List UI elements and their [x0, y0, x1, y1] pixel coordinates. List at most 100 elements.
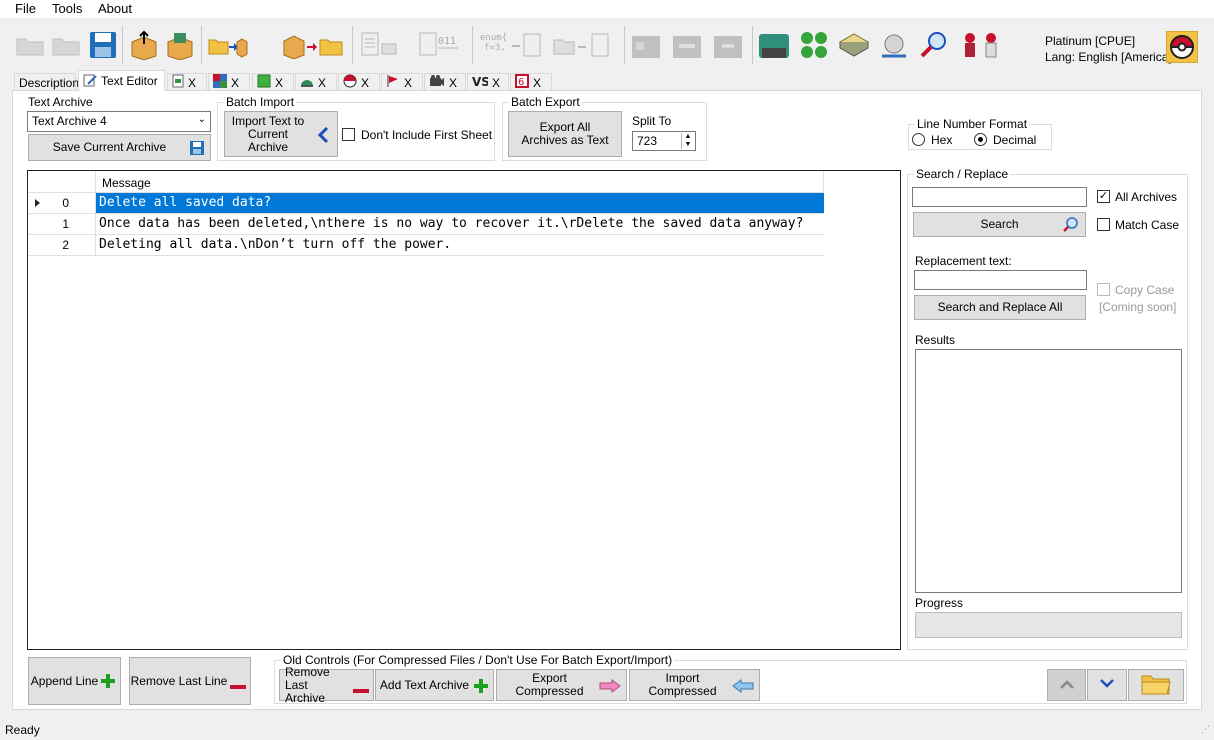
add-text-archive-button[interactable]: Add Text Archive — [375, 669, 494, 701]
split-to-label: Split To — [632, 114, 672, 128]
tab-matrix-editor[interactable]: X — [208, 73, 250, 91]
remove-last-archive-button[interactable]: Remove Last Archive — [279, 665, 374, 704]
unpack-archive-icon[interactable] — [128, 29, 160, 61]
close-tab-icon[interactable]: X — [231, 76, 239, 90]
resize-grip-icon[interactable]: ⋰ — [1201, 724, 1210, 735]
binary-convert-icon[interactable]: 011 — [416, 29, 464, 61]
table-row[interactable]: 1 Once data has been deleted,\nthere is … — [28, 214, 824, 235]
message-cell[interactable]: Deleting all data.\nDon’t turn off the p… — [96, 235, 824, 256]
stepper-arrows-icon[interactable]: ▲ ▼ — [681, 133, 694, 149]
export-compressed-button[interactable]: Export Compressed — [496, 669, 627, 701]
menu-bar: File Tools About — [0, 0, 1214, 18]
close-tab-icon[interactable]: X — [318, 76, 326, 90]
open-folder-icon[interactable] — [50, 29, 82, 61]
close-tab-icon[interactable]: X — [404, 76, 412, 90]
skip-first-sheet-checkbox[interactable] — [342, 128, 355, 141]
table-row[interactable]: 2 Deleting all data.\nDon’t turn off the… — [28, 235, 824, 256]
search-replace-all-button[interactable]: Search and Replace All — [914, 295, 1086, 320]
close-tab-icon[interactable]: X — [492, 76, 500, 90]
folder-icon — [1141, 673, 1171, 698]
append-line-button[interactable]: Append Line — [28, 657, 121, 705]
menu-about[interactable]: About — [98, 1, 132, 16]
progress-bar — [915, 612, 1182, 638]
message-cell[interactable]: Delete all saved data? — [96, 193, 824, 214]
replacement-text-label: Replacement text: — [915, 254, 1012, 268]
tab-table-editor[interactable]: 6 X — [510, 73, 552, 91]
export-all-archives-button[interactable]: Export All Archives as Text — [508, 111, 622, 157]
building-export-icon[interactable] — [712, 29, 744, 61]
remove-last-line-button[interactable]: Remove Last Line — [129, 657, 251, 705]
search-button[interactable]: Search — [913, 212, 1086, 237]
enum-to-list-icon[interactable]: enum{f=3, — [478, 29, 544, 61]
building-editor-icon[interactable] — [630, 29, 662, 61]
tab-trainer-vs-editor[interactable]: VS X — [467, 73, 509, 91]
open-folder-button[interactable] — [1128, 669, 1184, 701]
move-down-button[interactable] — [1087, 669, 1127, 701]
tab-map-editor[interactable]: X — [252, 73, 294, 91]
tab-script-editor[interactable]: X — [167, 73, 207, 91]
import-text-button[interactable]: Import Text to Current Archive — [224, 111, 338, 157]
save-rom-icon[interactable] — [87, 29, 119, 61]
pokeball-icon[interactable] — [1166, 31, 1198, 63]
map-tile-icon[interactable] — [838, 29, 870, 61]
pokecenter-icon[interactable] — [758, 29, 790, 61]
minus-icon — [353, 684, 369, 697]
progress-label: Progress — [915, 596, 964, 610]
results-list[interactable] — [915, 349, 1182, 593]
decimal-label: Decimal — [993, 133, 1037, 147]
script-icon — [172, 74, 184, 91]
folder-to-archive-icon[interactable] — [208, 29, 248, 61]
decimal-radio[interactable] — [974, 133, 987, 146]
message-grid[interactable]: Message 0 Delete all saved data? 1 Once … — [27, 170, 901, 650]
all-archives-checkbox[interactable]: ✓ — [1097, 190, 1110, 203]
green-dome-icon — [300, 74, 314, 91]
row-index: 2 — [28, 235, 96, 256]
split-to-stepper[interactable]: 723 ▲ ▼ — [632, 131, 696, 151]
wild-grass-icon[interactable] — [799, 29, 831, 61]
tab-flag-editor[interactable]: X — [381, 73, 423, 91]
chevron-left-icon — [317, 126, 329, 147]
arrow-right-icon — [599, 679, 621, 696]
chevron-down-icon — [1099, 678, 1115, 692]
move-up-button[interactable] — [1047, 669, 1086, 701]
folder-to-list-icon[interactable] — [552, 29, 614, 61]
tab-text-editor[interactable]: Text Editor — [78, 70, 165, 91]
close-tab-icon[interactable]: X — [188, 76, 196, 90]
save-current-archive-button[interactable]: Save Current Archive — [28, 134, 211, 161]
tab-pokemon-editor[interactable]: X — [338, 73, 380, 91]
svg-text:VS: VS — [472, 75, 488, 88]
close-tab-icon[interactable]: X — [533, 76, 541, 90]
pokeball-small-icon — [343, 74, 357, 91]
red-bracket-icon: 6 — [515, 74, 529, 91]
versus-icon: VS — [472, 74, 490, 91]
table-row[interactable]: 0 Delete all saved data? — [28, 193, 824, 214]
copy-case-checkbox[interactable] — [1097, 283, 1110, 296]
close-tab-icon[interactable]: X — [449, 76, 457, 90]
tab-npc-editor[interactable]: X — [295, 73, 337, 91]
coming-soon-label: [Coming soon] — [1099, 300, 1177, 314]
tab-camera-editor[interactable]: X — [424, 73, 466, 91]
replacement-input[interactable] — [914, 270, 1087, 290]
trainers-icon[interactable] — [958, 29, 1006, 61]
pack-archive-icon[interactable] — [164, 29, 196, 61]
message-cell[interactable]: Once data has been deleted,\nthere is no… — [96, 214, 824, 235]
encounter-editor-icon[interactable] — [878, 29, 910, 61]
search-input[interactable] — [912, 187, 1087, 207]
building-import-icon[interactable] — [671, 29, 703, 61]
all-archives-label: All Archives — [1115, 190, 1178, 204]
menu-tools[interactable]: Tools — [52, 1, 82, 16]
script-export-icon[interactable] — [358, 29, 402, 61]
hex-radio[interactable] — [912, 133, 925, 146]
message-column-header[interactable]: Message — [96, 171, 824, 193]
open-rom-folder-icon[interactable] — [14, 29, 46, 61]
menu-file[interactable]: File — [15, 1, 36, 16]
close-tab-icon[interactable]: X — [361, 76, 369, 90]
svg-text:6: 6 — [518, 77, 524, 88]
text-archive-select[interactable]: Text Archive 4 ⌄ — [27, 111, 211, 132]
search-magnifier-icon[interactable] — [918, 29, 950, 61]
import-compressed-button[interactable]: Import Compressed — [629, 669, 760, 701]
archive-to-folder-icon[interactable] — [282, 29, 344, 61]
tab-description[interactable]: Description — [14, 73, 79, 91]
close-tab-icon[interactable]: X — [275, 76, 283, 90]
match-case-checkbox[interactable] — [1097, 218, 1110, 231]
